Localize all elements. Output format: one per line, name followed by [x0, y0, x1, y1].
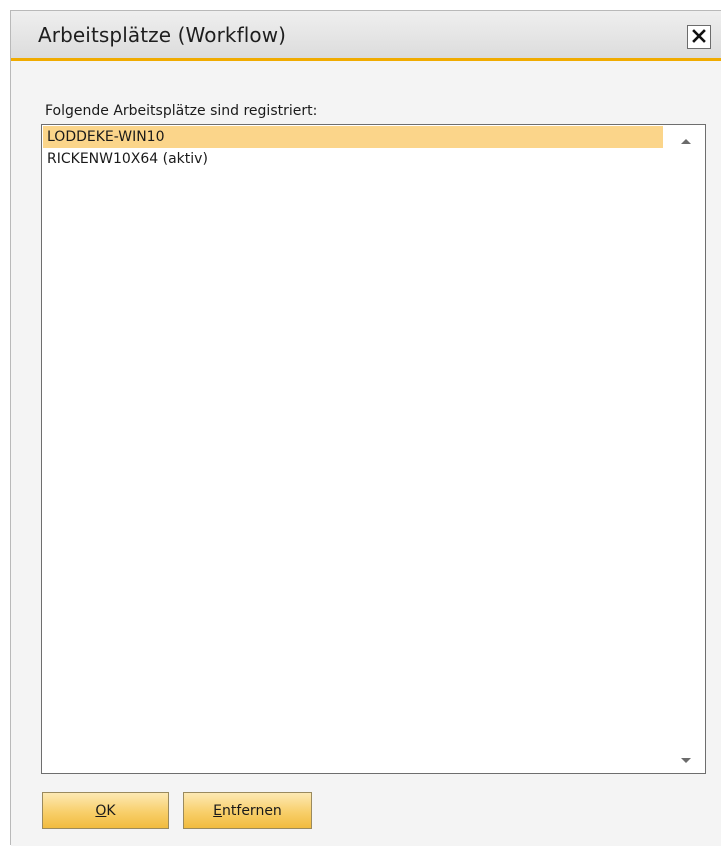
ok-button[interactable]: OK [42, 792, 169, 829]
title-bar[interactable]: Arbeitsplätze (Workflow) [11, 11, 721, 61]
list-item[interactable]: LODDEKE-WIN10 [43, 126, 663, 148]
scroll-down-button[interactable] [666, 746, 705, 772]
arrow-down-icon [680, 750, 692, 769]
scroll-up-button[interactable] [666, 126, 705, 152]
ok-button-mnemonic: O [95, 802, 107, 819]
list-item[interactable]: RICKENW10X64 (aktiv) [43, 148, 663, 170]
vertical-scrollbar[interactable] [666, 126, 705, 772]
remove-button-label: ntfernen [222, 802, 282, 819]
remove-button[interactable]: Entfernen [183, 792, 312, 829]
workstations-dialog: Arbeitsplätze (Workflow) Folgende Arbeit… [10, 10, 721, 846]
remove-button-mnemonic: E [213, 802, 223, 819]
workstations-listbox[interactable]: LODDEKE-WIN10 RICKENW10X64 (aktiv) [41, 124, 706, 774]
dialog-content: Folgende Arbeitsplätze sind registriert:… [11, 61, 721, 846]
close-button[interactable] [687, 25, 711, 49]
close-icon [692, 28, 706, 47]
ok-button-label: K [106, 802, 116, 819]
workstations-list-label: Folgende Arbeitsplätze sind registriert: [45, 103, 318, 119]
dialog-title: Arbeitsplätze (Workflow) [38, 23, 287, 47]
arrow-up-icon [680, 130, 692, 149]
